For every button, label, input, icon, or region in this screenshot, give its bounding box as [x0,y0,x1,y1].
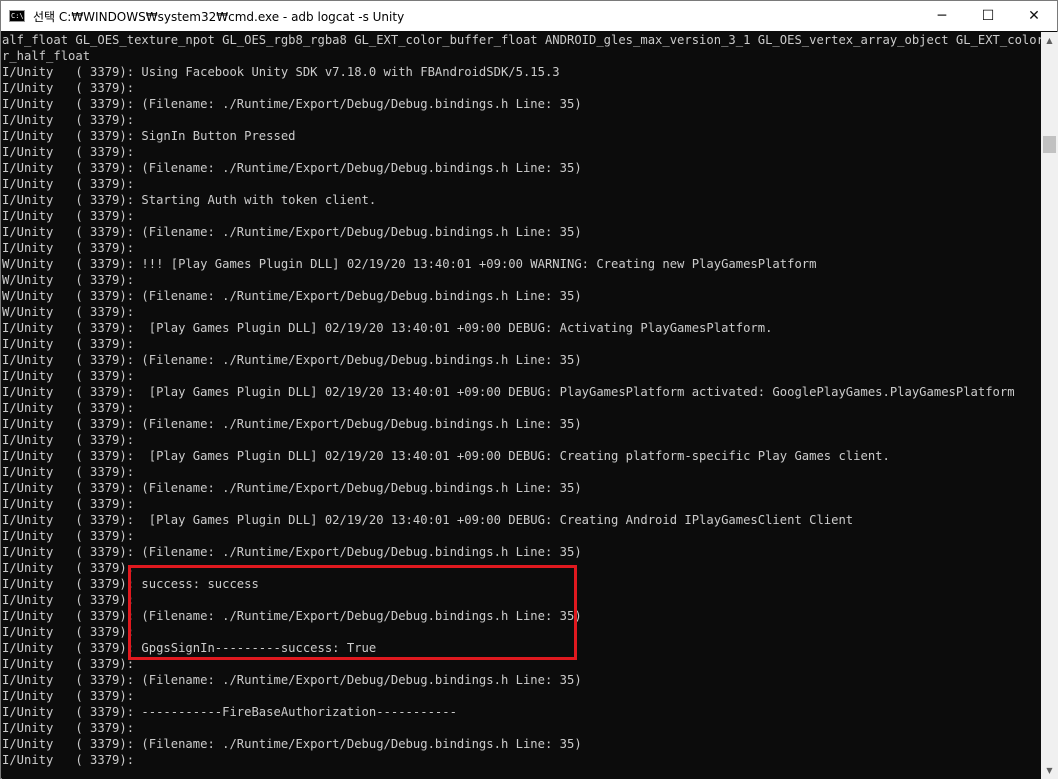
highlight-annotation-box [128,565,577,660]
console-line: I/Unity ( 3379): (Filename: ./Runtime/Ex… [2,353,582,367]
close-button[interactable]: ✕ [1011,1,1057,31]
console-line: I/Unity ( 3379): SignIn Button Pressed [2,129,296,143]
console-line: I/Unity ( 3379): [2,401,135,415]
cmd-app-icon[interactable]: C:\ [9,10,25,22]
console-line: I/Unity ( 3379): (Filename: ./Runtime/Ex… [2,417,582,431]
console-line: I/Unity ( 3379): [2,433,135,447]
scroll-up-arrow-icon[interactable]: ▲ [1041,32,1058,49]
console-line: W/Unity ( 3379): !!! [Play Games Plugin … [2,257,817,271]
console-line: I/Unity ( 3379): [Play Games Plugin DLL]… [2,449,890,463]
console-line: I/Unity ( 3379): -----------FireBaseAuth… [2,705,457,719]
console-line: I/Unity ( 3379): [2,209,135,223]
console-line: I/Unity ( 3379): (Filename: ./Runtime/Ex… [2,737,582,751]
console-line: I/Unity ( 3379): [Play Games Plugin DLL]… [2,321,773,335]
title-bar[interactable]: C:\ 선택 C:₩WINDOWS₩system32₩cmd.exe - adb… [1,1,1057,31]
console-line: I/Unity ( 3379): Using Facebook Unity SD… [2,65,560,79]
console-line: I/Unity ( 3379): [2,113,135,127]
console-line: I/Unity ( 3379): [Play Games Plugin DLL]… [2,513,854,527]
console-line: I/Unity ( 3379): [2,529,135,543]
console-line: I/Unity ( 3379): Starting Auth with toke… [2,193,377,207]
console-line: I/Unity ( 3379): [2,241,135,255]
console-line: I/Unity ( 3379): (Filename: ./Runtime/Ex… [2,161,582,175]
console-line: I/Unity ( 3379): [2,721,135,735]
window-controls: ─ ☐ ✕ [919,1,1057,31]
scrollbar-thumb[interactable] [1043,136,1056,153]
vertical-scrollbar[interactable]: ▲ ▼ [1041,32,1058,779]
console-line: I/Unity ( 3379): [2,753,135,767]
cmd-window: C:\ 선택 C:₩WINDOWS₩system32₩cmd.exe - adb… [0,0,1058,779]
console-line: I/Unity ( 3379): [2,81,135,95]
console-line: I/Unity ( 3379): [2,145,135,159]
console-line: W/Unity ( 3379): [2,305,135,319]
console-line: I/Unity ( 3379): (Filename: ./Runtime/Ex… [2,673,582,687]
console-line: W/Unity ( 3379): (Filename: ./Runtime/Ex… [2,289,582,303]
console-line: I/Unity ( 3379): [2,465,135,479]
minimize-button[interactable]: ─ [919,1,965,31]
maximize-button[interactable]: ☐ [965,1,1011,31]
console-line: I/Unity ( 3379): (Filename: ./Runtime/Ex… [2,97,582,111]
console-line: I/Unity ( 3379): [2,337,135,351]
console-line: r_half_float [2,49,91,63]
console-line: I/Unity ( 3379): [Play Games Plugin DLL]… [2,385,1015,399]
window-title: 선택 C:₩WINDOWS₩system32₩cmd.exe - adb log… [33,9,405,24]
console-line: I/Unity ( 3379): (Filename: ./Runtime/Ex… [2,225,582,239]
console-line: I/Unity ( 3379): (Filename: ./Runtime/Ex… [2,545,582,559]
console-line: I/Unity ( 3379): [2,177,135,191]
console-output[interactable]: alf_float GL_OES_texture_npot GL_OES_rgb… [2,32,1041,779]
console-line: alf_float GL_OES_texture_npot GL_OES_rgb… [2,33,1041,47]
console-line: W/Unity ( 3379): [2,273,135,287]
scroll-down-arrow-icon[interactable]: ▼ [1041,762,1058,779]
console-line: I/Unity ( 3379): [2,497,135,511]
console-line: I/Unity ( 3379): [2,369,135,383]
console-line: I/Unity ( 3379): (Filename: ./Runtime/Ex… [2,481,582,495]
cmd-app-icon-text: C:\ [11,12,24,20]
console-line: I/Unity ( 3379): [2,689,135,703]
